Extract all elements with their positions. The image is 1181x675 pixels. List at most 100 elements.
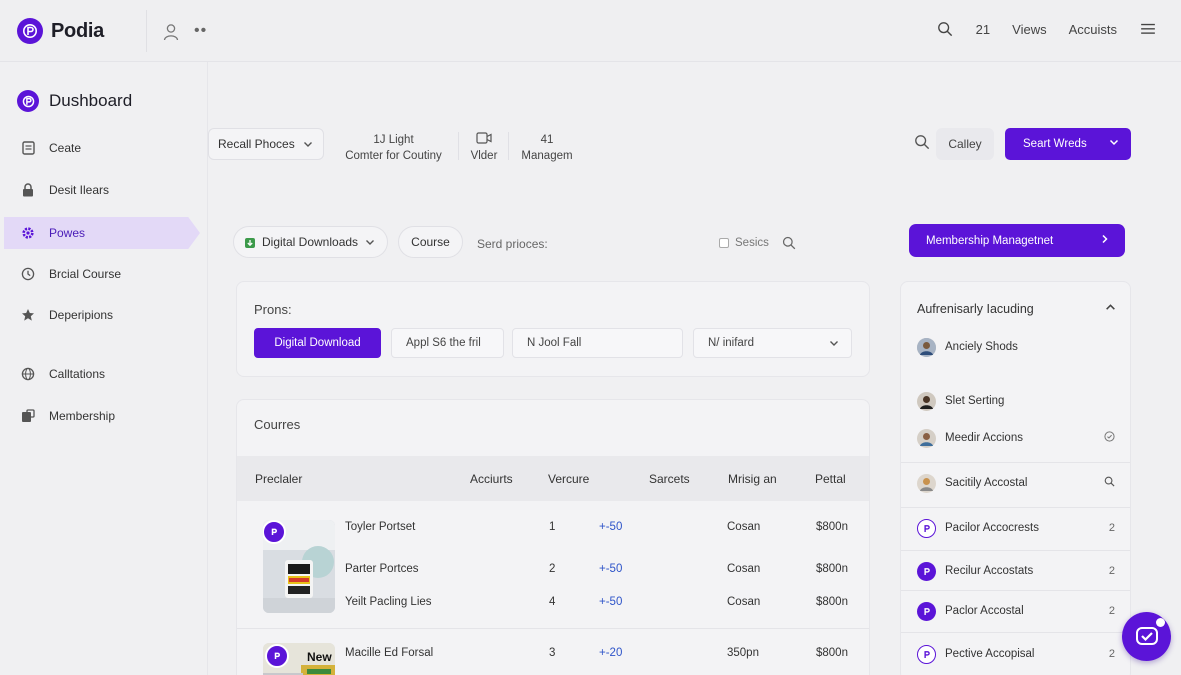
clock-icon — [20, 266, 36, 282]
product-name[interactable]: Yeilt Pacling Lies — [345, 596, 432, 608]
table-cell: $800n — [816, 647, 848, 659]
accounts-link[interactable]: Accuists — [1069, 22, 1117, 37]
panel-divider — [901, 507, 1130, 508]
primary-action-button[interactable]: Seart Wreds — [1005, 128, 1131, 160]
column-header[interactable]: Preclaler — [255, 472, 302, 486]
prons-title: Prons: — [254, 302, 292, 317]
column-header[interactable]: Vercure — [548, 472, 589, 486]
person-avatar — [917, 428, 936, 448]
chevron-down-icon — [829, 338, 839, 351]
table-cell: +-50 — [599, 521, 623, 533]
course-thumbnail[interactable] — [263, 520, 335, 613]
podia-logo-icon — [917, 561, 936, 581]
notification-count[interactable]: 21 — [976, 22, 990, 37]
chip-inifard-dropdown[interactable]: N/ inifard — [693, 328, 852, 358]
hamburger-menu-icon[interactable] — [1139, 20, 1157, 38]
table-cell: $800n — [816, 596, 848, 608]
recall-phoces-dropdown[interactable]: Recall Phoces — [208, 128, 324, 160]
sidebar-item-desit-ilears[interactable]: Desit Ilears — [4, 174, 200, 206]
column-header[interactable]: Mrisig an — [728, 472, 777, 486]
more-dots-icon[interactable]: •• — [194, 22, 207, 40]
top-bar: Podia •• 21 Views Accuists — [0, 0, 1181, 62]
download-icon — [244, 236, 256, 249]
star-icon — [20, 307, 36, 323]
panel-item[interactable]: Pacilor Accocrests 2 — [917, 517, 1115, 539]
search-icon[interactable] — [914, 134, 930, 153]
chevron-up-icon[interactable] — [1105, 302, 1116, 316]
product-name[interactable]: Toyler Portset — [345, 521, 415, 533]
search-icon[interactable] — [1104, 476, 1115, 490]
check-circle-icon[interactable] — [1104, 431, 1115, 445]
person-avatar — [917, 391, 936, 411]
sesics-checkbox[interactable]: Sesics — [719, 237, 769, 249]
sidebar-item-label: Powes — [49, 226, 86, 240]
sidebar-item-brcial-course[interactable]: Brcial Course — [4, 258, 200, 290]
views-link[interactable]: Views — [1012, 22, 1046, 37]
column-header[interactable]: Acciurts — [470, 472, 513, 486]
dashboard-title: Dushboard — [49, 91, 133, 110]
brand-name: Podia — [51, 19, 104, 42]
panel-item-label: Pective Accopisal — [945, 648, 1035, 660]
stat-value: 1J Light — [373, 134, 414, 146]
stat-light: 1J Light Comter for Coutiny — [336, 132, 451, 164]
product-name[interactable]: Parter Portces — [345, 563, 419, 575]
column-header[interactable]: Pettal — [815, 472, 846, 486]
podia-logo-icon — [17, 18, 43, 44]
membership-management-button[interactable]: Membership Managetnet — [909, 224, 1125, 257]
stat-manage: 41 Managem — [516, 132, 578, 164]
sidebar-item-create[interactable]: Ceate — [4, 132, 200, 164]
dashboard-header[interactable]: Dushboard — [17, 90, 132, 112]
chip-jool-fall[interactable]: N Jool Fall — [512, 328, 683, 358]
panel-item-label: Slet Serting — [945, 395, 1005, 407]
calley-button[interactable]: Calley — [936, 128, 994, 160]
column-header[interactable]: Sarcets — [649, 472, 690, 486]
stat-video: Vlder — [466, 132, 502, 164]
podia-logo-icon — [265, 644, 289, 668]
panel-item-label: Sacitily Accostal — [945, 477, 1028, 489]
product-name[interactable]: Macille Ed Forsal — [345, 647, 433, 659]
chip-digital-download[interactable]: Digital Download — [254, 328, 381, 358]
sidebar-item-membership[interactable]: Membership — [4, 400, 200, 432]
panel-item-label: Recilur Accostats — [945, 565, 1034, 577]
panel-item[interactable]: Pective Accopisal 2 — [917, 643, 1115, 665]
sidebar-item-deperipions[interactable]: Deperipions — [4, 299, 200, 331]
checkbox-box — [719, 238, 729, 248]
panel-item-count: 2 — [1108, 565, 1115, 577]
panel-item-label: Paclor Accostal — [945, 605, 1024, 617]
course-thumbnail[interactable]: New — [263, 643, 335, 675]
podia-logo-icon — [263, 520, 286, 544]
panel-item-label: Meedir Accions — [945, 432, 1023, 444]
panel-item-count: 2 — [1108, 522, 1115, 534]
panel-item[interactable]: Anciely Shods — [917, 336, 1115, 358]
search-icon[interactable] — [782, 236, 796, 253]
brand-logo[interactable]: Podia — [17, 18, 104, 44]
panel-item[interactable]: Recilur Accostats 2 — [917, 560, 1115, 582]
courses-card: Courres Preclaler Acciurts Vercure Sarce… — [236, 399, 870, 675]
table-cell: Cosan — [727, 563, 761, 575]
panel-item[interactable]: Sacitily Accostal — [917, 472, 1115, 494]
chip-label: N/ inifard — [708, 337, 755, 349]
panel-divider — [901, 590, 1130, 591]
table-cell: $800n — [816, 563, 848, 575]
chip-appl[interactable]: Appl S6 the fril — [391, 328, 504, 358]
sidebar-item-powes[interactable]: Powes — [4, 217, 200, 249]
podia-logo-icon — [917, 518, 936, 538]
panel-divider — [901, 462, 1130, 463]
globe-icon — [20, 366, 36, 382]
panel-item[interactable]: Paclor Accostal 2 — [917, 600, 1115, 622]
user-icon[interactable] — [163, 23, 179, 41]
search-icon[interactable] — [936, 20, 954, 38]
chevron-down-icon — [365, 237, 375, 247]
chat-widget-button[interactable] — [1122, 612, 1171, 661]
sidebar-item-calltations[interactable]: Calltations — [4, 358, 200, 390]
divider — [508, 132, 509, 160]
digital-downloads-filter[interactable]: Digital Downloads — [233, 226, 388, 258]
course-filter[interactable]: Course — [398, 226, 463, 258]
sidebar-item-label: Membership — [49, 409, 116, 423]
panel-item-label: Anciely Shods — [945, 341, 1018, 353]
table-cell: 350pn — [727, 647, 759, 659]
stat-value: 41 — [540, 134, 554, 146]
panel-item[interactable]: Slet Serting — [917, 390, 1115, 412]
panel-item[interactable]: Meedir Accions — [917, 427, 1115, 449]
sidebar-item-label: Deperipions — [49, 308, 114, 322]
